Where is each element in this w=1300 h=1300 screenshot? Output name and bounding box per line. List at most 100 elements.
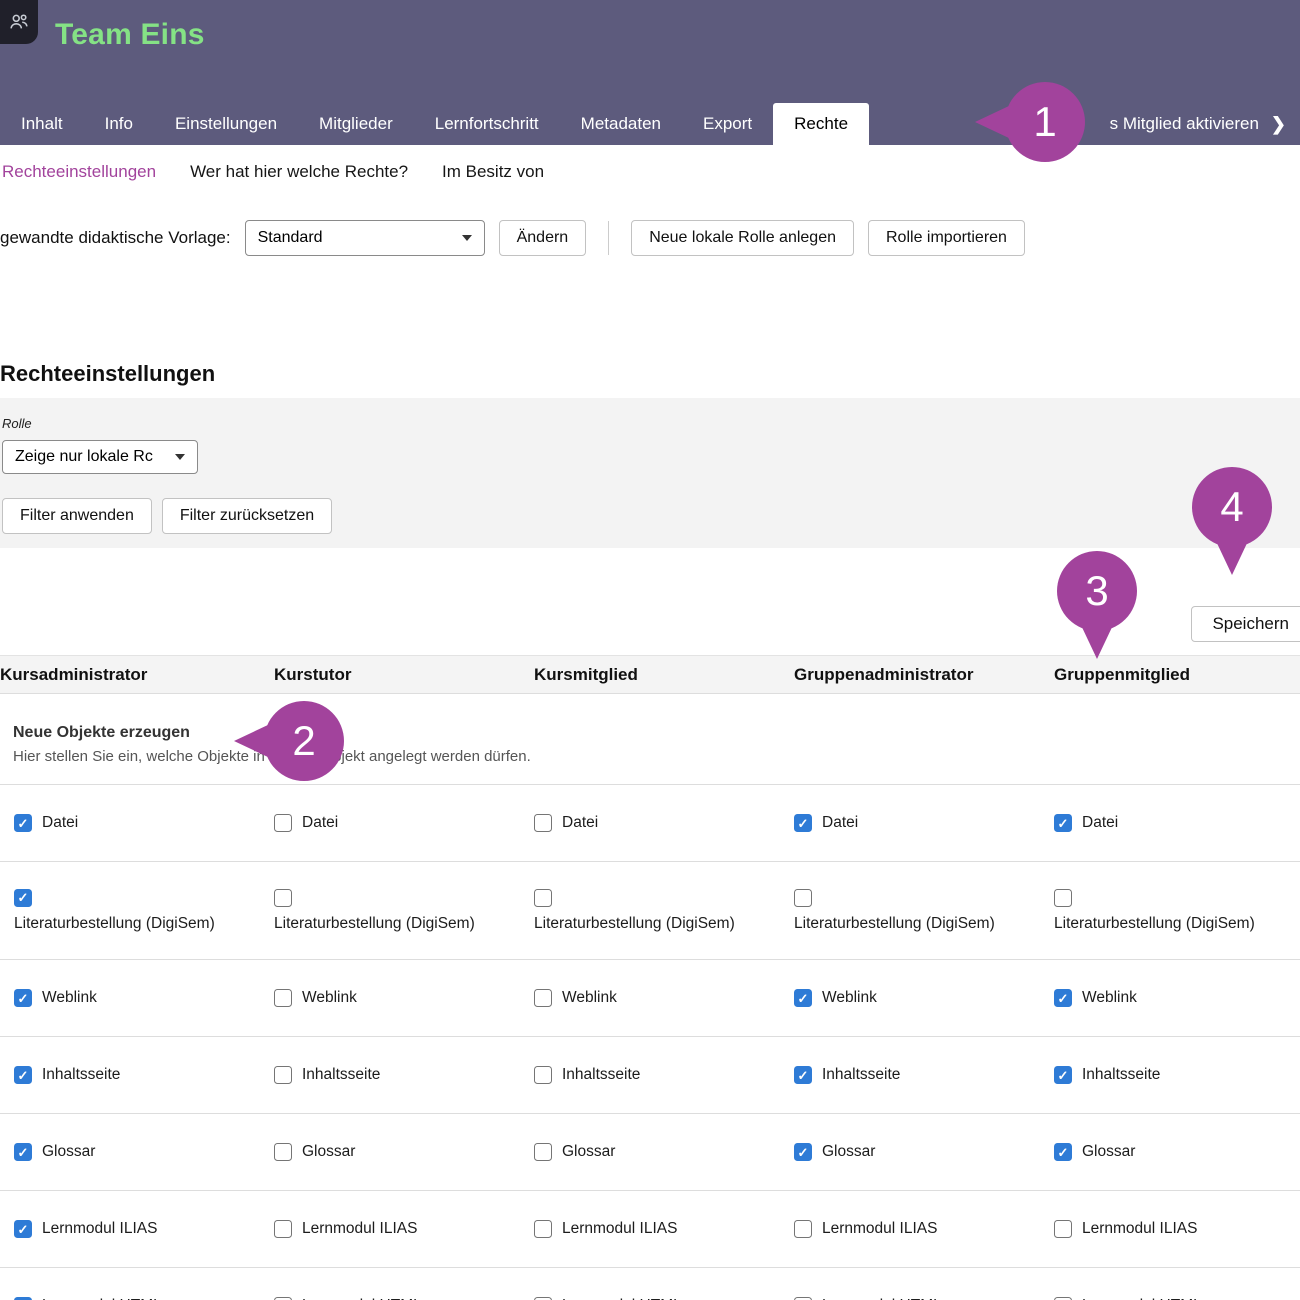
permission-label: Inhaltsseite (302, 1066, 380, 1084)
unchecked-checkbox[interactable] (534, 989, 552, 1007)
didactic-template-select[interactable]: Standard (245, 220, 485, 256)
role-filter-select[interactable]: Zeige nur lokale Rc (2, 440, 198, 474)
permission-label: Datei (562, 814, 598, 832)
subtab-list: Rechteeinstellungen Wer hat hier welche R… (0, 145, 1300, 188)
permission-cell: Lernmodul ILIAS (1040, 1191, 1300, 1267)
permission-row-literaturbestellung-digisem: Literaturbestellung (DigiSem) Literaturbe… (0, 862, 1300, 960)
permission-row-datei: DateiDateiDateiDateiDatei (0, 785, 1300, 862)
annotation-number: 4 (1220, 483, 1243, 531)
unchecked-checkbox[interactable] (274, 1143, 292, 1161)
checked-checkbox[interactable] (14, 1066, 32, 1084)
top-bar: Team Eins InhaltInfoEinstellungenMitglie… (0, 0, 1300, 145)
permission-row-glossar: GlossarGlossarGlossarGlossarGlossar (0, 1114, 1300, 1191)
change-template-button[interactable]: Ändern (499, 220, 587, 256)
unchecked-checkbox[interactable] (534, 889, 552, 907)
permission-label: Literaturbestellung (DigiSem) (274, 915, 475, 933)
tab-export[interactable]: Export (682, 103, 773, 145)
filter-apply-button[interactable]: Filter anwenden (2, 498, 152, 534)
activate-as-member-label: s Mitglied aktivieren (1110, 114, 1259, 134)
tab-einstellungen[interactable]: Einstellungen (154, 103, 298, 145)
unchecked-checkbox[interactable] (794, 1220, 812, 1238)
permission-cell: Inhaltsseite (780, 1037, 1040, 1113)
unchecked-checkbox[interactable] (274, 1220, 292, 1238)
chevron-down-icon (175, 454, 185, 460)
filter-buttons: Filter anwenden Filter zurücksetzen (2, 498, 1300, 534)
subtab-im-besitz-von[interactable]: Im Besitz von (442, 162, 544, 182)
subtab-rechteeinstellungen[interactable]: Rechteeinstellungen (2, 162, 156, 182)
permission-cell: Lernmodul HTML (520, 1268, 780, 1300)
import-role-button[interactable]: Rolle importieren (868, 220, 1025, 256)
checked-checkbox[interactable] (794, 1143, 812, 1161)
column-header-gruppenmitglied: Gruppenmitglied (1040, 665, 1300, 685)
group-members-icon[interactable] (0, 0, 38, 44)
checked-checkbox[interactable] (14, 989, 32, 1007)
unchecked-checkbox[interactable] (1054, 889, 1072, 907)
new-local-role-button[interactable]: Neue lokale Rolle anlegen (631, 220, 854, 256)
permission-label: Inhaltsseite (42, 1066, 120, 1084)
checked-checkbox[interactable] (1054, 989, 1072, 1007)
permission-cell: Weblink (260, 960, 520, 1036)
permission-label: Datei (1082, 814, 1118, 832)
checked-checkbox[interactable] (14, 1220, 32, 1238)
permission-cell: Glossar (780, 1114, 1040, 1190)
unchecked-checkbox[interactable] (1054, 1220, 1072, 1238)
perm-table-header: KursadministratorKurstutorKursmitgliedGr… (0, 655, 1300, 694)
permission-label: Weblink (562, 989, 617, 1007)
unchecked-checkbox[interactable] (274, 989, 292, 1007)
permission-label: Inhaltsseite (822, 1066, 900, 1084)
unchecked-checkbox[interactable] (274, 1066, 292, 1084)
tab-mitglieder[interactable]: Mitglieder (298, 103, 414, 145)
checked-checkbox[interactable] (794, 1066, 812, 1084)
permission-cell: Datei (0, 785, 260, 861)
tab-inhalt[interactable]: Inhalt (0, 103, 84, 145)
permission-cell: Weblink (0, 960, 260, 1036)
permission-cell: Lernmodul HTML (260, 1268, 520, 1300)
page-title: Team Eins (55, 18, 205, 52)
permission-label: Weblink (302, 989, 357, 1007)
filter-reset-button[interactable]: Filter zurücksetzen (162, 498, 332, 534)
permission-cell: Literaturbestellung (DigiSem) (260, 862, 520, 959)
unchecked-checkbox[interactable] (534, 1220, 552, 1238)
checked-checkbox[interactable] (14, 814, 32, 832)
permission-cell: Glossar (1040, 1114, 1300, 1190)
didactic-template-label: gewandte didaktische Vorlage: (0, 228, 231, 248)
permission-cell: Inhaltsseite (520, 1037, 780, 1113)
unchecked-checkbox[interactable] (534, 1066, 552, 1084)
filter-panel: Rolle Zeige nur lokale Rc Filter anwende… (0, 398, 1300, 548)
checked-checkbox[interactable] (794, 814, 812, 832)
didactic-template-row: gewandte didaktische Vorlage: Standard Ä… (0, 220, 1300, 256)
tab-info[interactable]: Info (84, 103, 154, 145)
permission-label: Literaturbestellung (DigiSem) (14, 915, 215, 933)
checked-checkbox[interactable] (14, 889, 32, 907)
checked-checkbox[interactable] (1054, 1143, 1072, 1161)
checked-checkbox[interactable] (14, 1143, 32, 1161)
unchecked-checkbox[interactable] (794, 889, 812, 907)
checked-checkbox[interactable] (794, 989, 812, 1007)
permission-cell: Literaturbestellung (DigiSem) (1040, 862, 1300, 959)
permission-row-lernmodul-ilias: Lernmodul ILIASLernmodul ILIASLernmodul … (0, 1191, 1300, 1268)
tab-metadaten[interactable]: Metadaten (560, 103, 682, 145)
unchecked-checkbox[interactable] (534, 814, 552, 832)
save-button[interactable]: Speichern (1191, 606, 1300, 642)
permission-label: Lernmodul ILIAS (562, 1220, 677, 1238)
permission-label: Glossar (302, 1143, 355, 1161)
tab-rechte[interactable]: Rechte (773, 103, 869, 145)
activate-as-member-action[interactable]: s Mitglied aktivieren ❯ (1110, 103, 1300, 145)
subtab-wer-hat-hier-welche-rechte[interactable]: Wer hat hier welche Rechte? (190, 162, 408, 182)
permission-label: Glossar (822, 1143, 875, 1161)
permission-cell: Lernmodul HTML (780, 1268, 1040, 1300)
chevron-right-icon: ❯ (1271, 114, 1286, 135)
permission-row-weblink: WeblinkWeblinkWeblinkWeblinkWeblink (0, 960, 1300, 1037)
unchecked-checkbox[interactable] (274, 889, 292, 907)
annotation-number: 2 (292, 717, 315, 765)
checked-checkbox[interactable] (1054, 1066, 1072, 1084)
checked-checkbox[interactable] (1054, 814, 1072, 832)
permission-label: Glossar (562, 1143, 615, 1161)
page: Team Eins InhaltInfoEinstellungenMitglie… (0, 0, 1300, 1300)
unchecked-checkbox[interactable] (274, 814, 292, 832)
unchecked-checkbox[interactable] (534, 1143, 552, 1161)
permission-label: Weblink (822, 989, 877, 1007)
permission-cell: Lernmodul ILIAS (260, 1191, 520, 1267)
tab-lernfortschritt[interactable]: Lernfortschritt (414, 103, 560, 145)
permission-cell: Lernmodul ILIAS (780, 1191, 1040, 1267)
